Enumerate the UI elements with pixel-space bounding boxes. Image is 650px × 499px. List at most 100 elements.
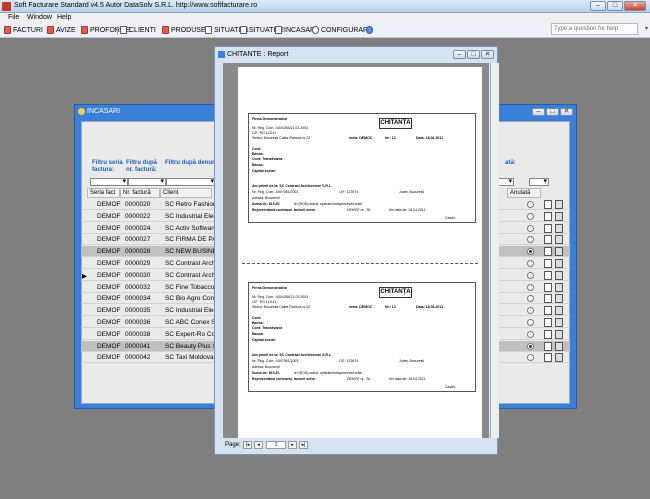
maximize-button[interactable]: □ bbox=[467, 50, 480, 59]
view-receipt-icon[interactable] bbox=[544, 270, 552, 280]
col-anulata[interactable]: Anulată bbox=[507, 188, 541, 198]
toolbar-produse[interactable]: PRODUSE bbox=[162, 25, 206, 35]
print-icon[interactable] bbox=[555, 341, 563, 351]
col-nr-factura[interactable]: Nr. factură bbox=[120, 188, 160, 198]
view-receipt-icon[interactable] bbox=[544, 306, 552, 316]
menu-window[interactable]: Window bbox=[27, 14, 52, 21]
print-icon[interactable] bbox=[555, 235, 563, 245]
filter-seria-combo[interactable] bbox=[90, 177, 128, 186]
menu-file[interactable]: File bbox=[8, 14, 19, 21]
view-receipt-icon[interactable] bbox=[544, 223, 552, 233]
print-icon[interactable] bbox=[555, 329, 563, 339]
anulata-radio[interactable] bbox=[527, 319, 534, 326]
anulata-radio[interactable] bbox=[527, 295, 534, 303]
print-icon[interactable] bbox=[555, 259, 563, 268]
anulata-radio[interactable] bbox=[527, 342, 534, 350]
maximize-button[interactable]: □ bbox=[546, 108, 559, 116]
chevron-down-icon[interactable]: ▾ bbox=[645, 25, 648, 32]
receipt-sediu: Sediul: Bucuresti Calea Rahova nr.22 bbox=[252, 305, 311, 309]
receipt-am-primit: Am primit de la: SC Contrast Architectur… bbox=[252, 353, 332, 357]
view-receipt-icon[interactable] bbox=[544, 247, 552, 257]
toolbar-avize[interactable]: AVIZE bbox=[47, 25, 76, 35]
menu-help[interactable]: Help bbox=[57, 14, 71, 21]
print-icon[interactable] bbox=[555, 200, 563, 209]
anulata-radio[interactable] bbox=[527, 307, 534, 315]
filter-nr-combo[interactable] bbox=[128, 177, 166, 186]
close-button[interactable]: ✕ bbox=[624, 1, 646, 11]
close-button[interactable]: ✕ bbox=[560, 108, 573, 116]
print-icon[interactable] bbox=[555, 270, 563, 280]
print-icon[interactable] bbox=[555, 211, 563, 221]
view-receipt-icon[interactable] bbox=[544, 211, 552, 221]
app-window-controls: – □ ✕ bbox=[590, 1, 646, 11]
last-page-button[interactable]: ▸| bbox=[299, 441, 308, 449]
minimize-button[interactable]: – bbox=[532, 108, 545, 116]
toolbar-incasari[interactable]: INCASARI bbox=[275, 25, 317, 35]
print-icon[interactable] bbox=[555, 294, 563, 304]
view-receipt-icon[interactable] bbox=[544, 329, 552, 339]
filter-denumire-combo[interactable] bbox=[166, 177, 216, 186]
view-receipt-icon[interactable] bbox=[544, 341, 552, 351]
prev-page-button[interactable]: ◂ bbox=[254, 441, 263, 449]
minimize-button[interactable]: – bbox=[453, 50, 466, 59]
receipt-casier: Casier, bbox=[445, 216, 456, 220]
minimize-button[interactable]: – bbox=[590, 1, 606, 11]
cell-seria: DEMOF bbox=[97, 271, 121, 279]
toolbar-facturi[interactable]: FACTURI bbox=[4, 25, 43, 35]
anulata-radio[interactable] bbox=[527, 330, 534, 338]
receipt-client-reg: Nr. Reg. Com: J40/7081/2003 bbox=[252, 359, 299, 363]
report-icon bbox=[205, 26, 212, 34]
view-receipt-icon[interactable] bbox=[544, 235, 552, 245]
print-icon[interactable] bbox=[555, 223, 563, 233]
anulata-radio[interactable] bbox=[527, 224, 534, 232]
print-icon[interactable] bbox=[555, 353, 563, 363]
cell-seria: DEMOF bbox=[97, 212, 121, 220]
toolbar-label: PRODUSE bbox=[171, 26, 206, 34]
toolbar-configurare[interactable]: CONFIGURARE bbox=[312, 25, 373, 35]
help-icon[interactable] bbox=[366, 25, 373, 35]
print-icon[interactable] bbox=[555, 318, 563, 327]
cell-client: SC Beauty Plus S. bbox=[165, 342, 219, 350]
clients-icon bbox=[120, 26, 127, 34]
anulata-radio[interactable] bbox=[527, 260, 534, 267]
report-scrollbar[interactable] bbox=[490, 63, 499, 438]
report-canvas: Firma Demonstrativa Nr. Reg. Com: J40/428… bbox=[223, 63, 499, 438]
print-icon[interactable] bbox=[555, 282, 563, 292]
first-page-button[interactable]: |◂ bbox=[243, 441, 252, 449]
view-receipt-icon[interactable] bbox=[544, 318, 552, 327]
receipt-suma: Suma de: 815,30 bbox=[252, 371, 280, 375]
anulata-radio[interactable] bbox=[527, 248, 534, 256]
receipt-heading: CHITANȚA bbox=[379, 287, 412, 298]
col-client[interactable]: Client bbox=[160, 188, 212, 198]
filter-data2-combo[interactable] bbox=[529, 177, 549, 186]
anulata-radio[interactable] bbox=[527, 201, 534, 208]
page-number-input[interactable]: 1 bbox=[266, 441, 286, 449]
anulata-radio[interactable] bbox=[527, 212, 534, 220]
cell-nr: 0000035 bbox=[125, 307, 151, 315]
view-receipt-icon[interactable] bbox=[544, 282, 552, 292]
close-button[interactable]: ✕ bbox=[481, 50, 494, 59]
view-receipt-icon[interactable] bbox=[544, 353, 552, 363]
view-receipt-icon[interactable] bbox=[544, 200, 552, 209]
maximize-button[interactable]: □ bbox=[607, 1, 623, 11]
toolbar-label: FACTURI bbox=[13, 26, 43, 34]
view-receipt-icon[interactable] bbox=[544, 294, 552, 304]
receipt-nr-label: Nr.: 12 bbox=[385, 136, 396, 140]
cell-client: SC Expert-Ro Con bbox=[165, 330, 219, 338]
next-page-button[interactable]: ▸ bbox=[288, 441, 297, 449]
receipt-cont2: Cont: Transilvania bbox=[252, 326, 283, 330]
anulata-radio[interactable] bbox=[527, 271, 534, 279]
col-seria-fact[interactable]: Seria fact bbox=[87, 188, 120, 198]
report-page: Firma Demonstrativa Nr. Reg. Com: J40/428… bbox=[238, 67, 482, 438]
receipt-cif: CIF: RO 111111 bbox=[252, 300, 277, 304]
anulata-radio[interactable] bbox=[527, 236, 534, 244]
receipt-serie-label: seria: DEMOC bbox=[349, 136, 373, 140]
anulata-radio[interactable] bbox=[527, 283, 534, 291]
print-icon[interactable] bbox=[555, 247, 563, 257]
toolbar-clienti[interactable]: CLIENTI bbox=[120, 25, 156, 35]
help-search-input[interactable]: Type a question for help bbox=[551, 23, 638, 35]
cell-client: SC Bio Agro Conc bbox=[165, 295, 218, 303]
anulata-radio[interactable] bbox=[527, 354, 534, 362]
view-receipt-icon[interactable] bbox=[544, 259, 552, 268]
print-icon[interactable] bbox=[555, 306, 563, 316]
